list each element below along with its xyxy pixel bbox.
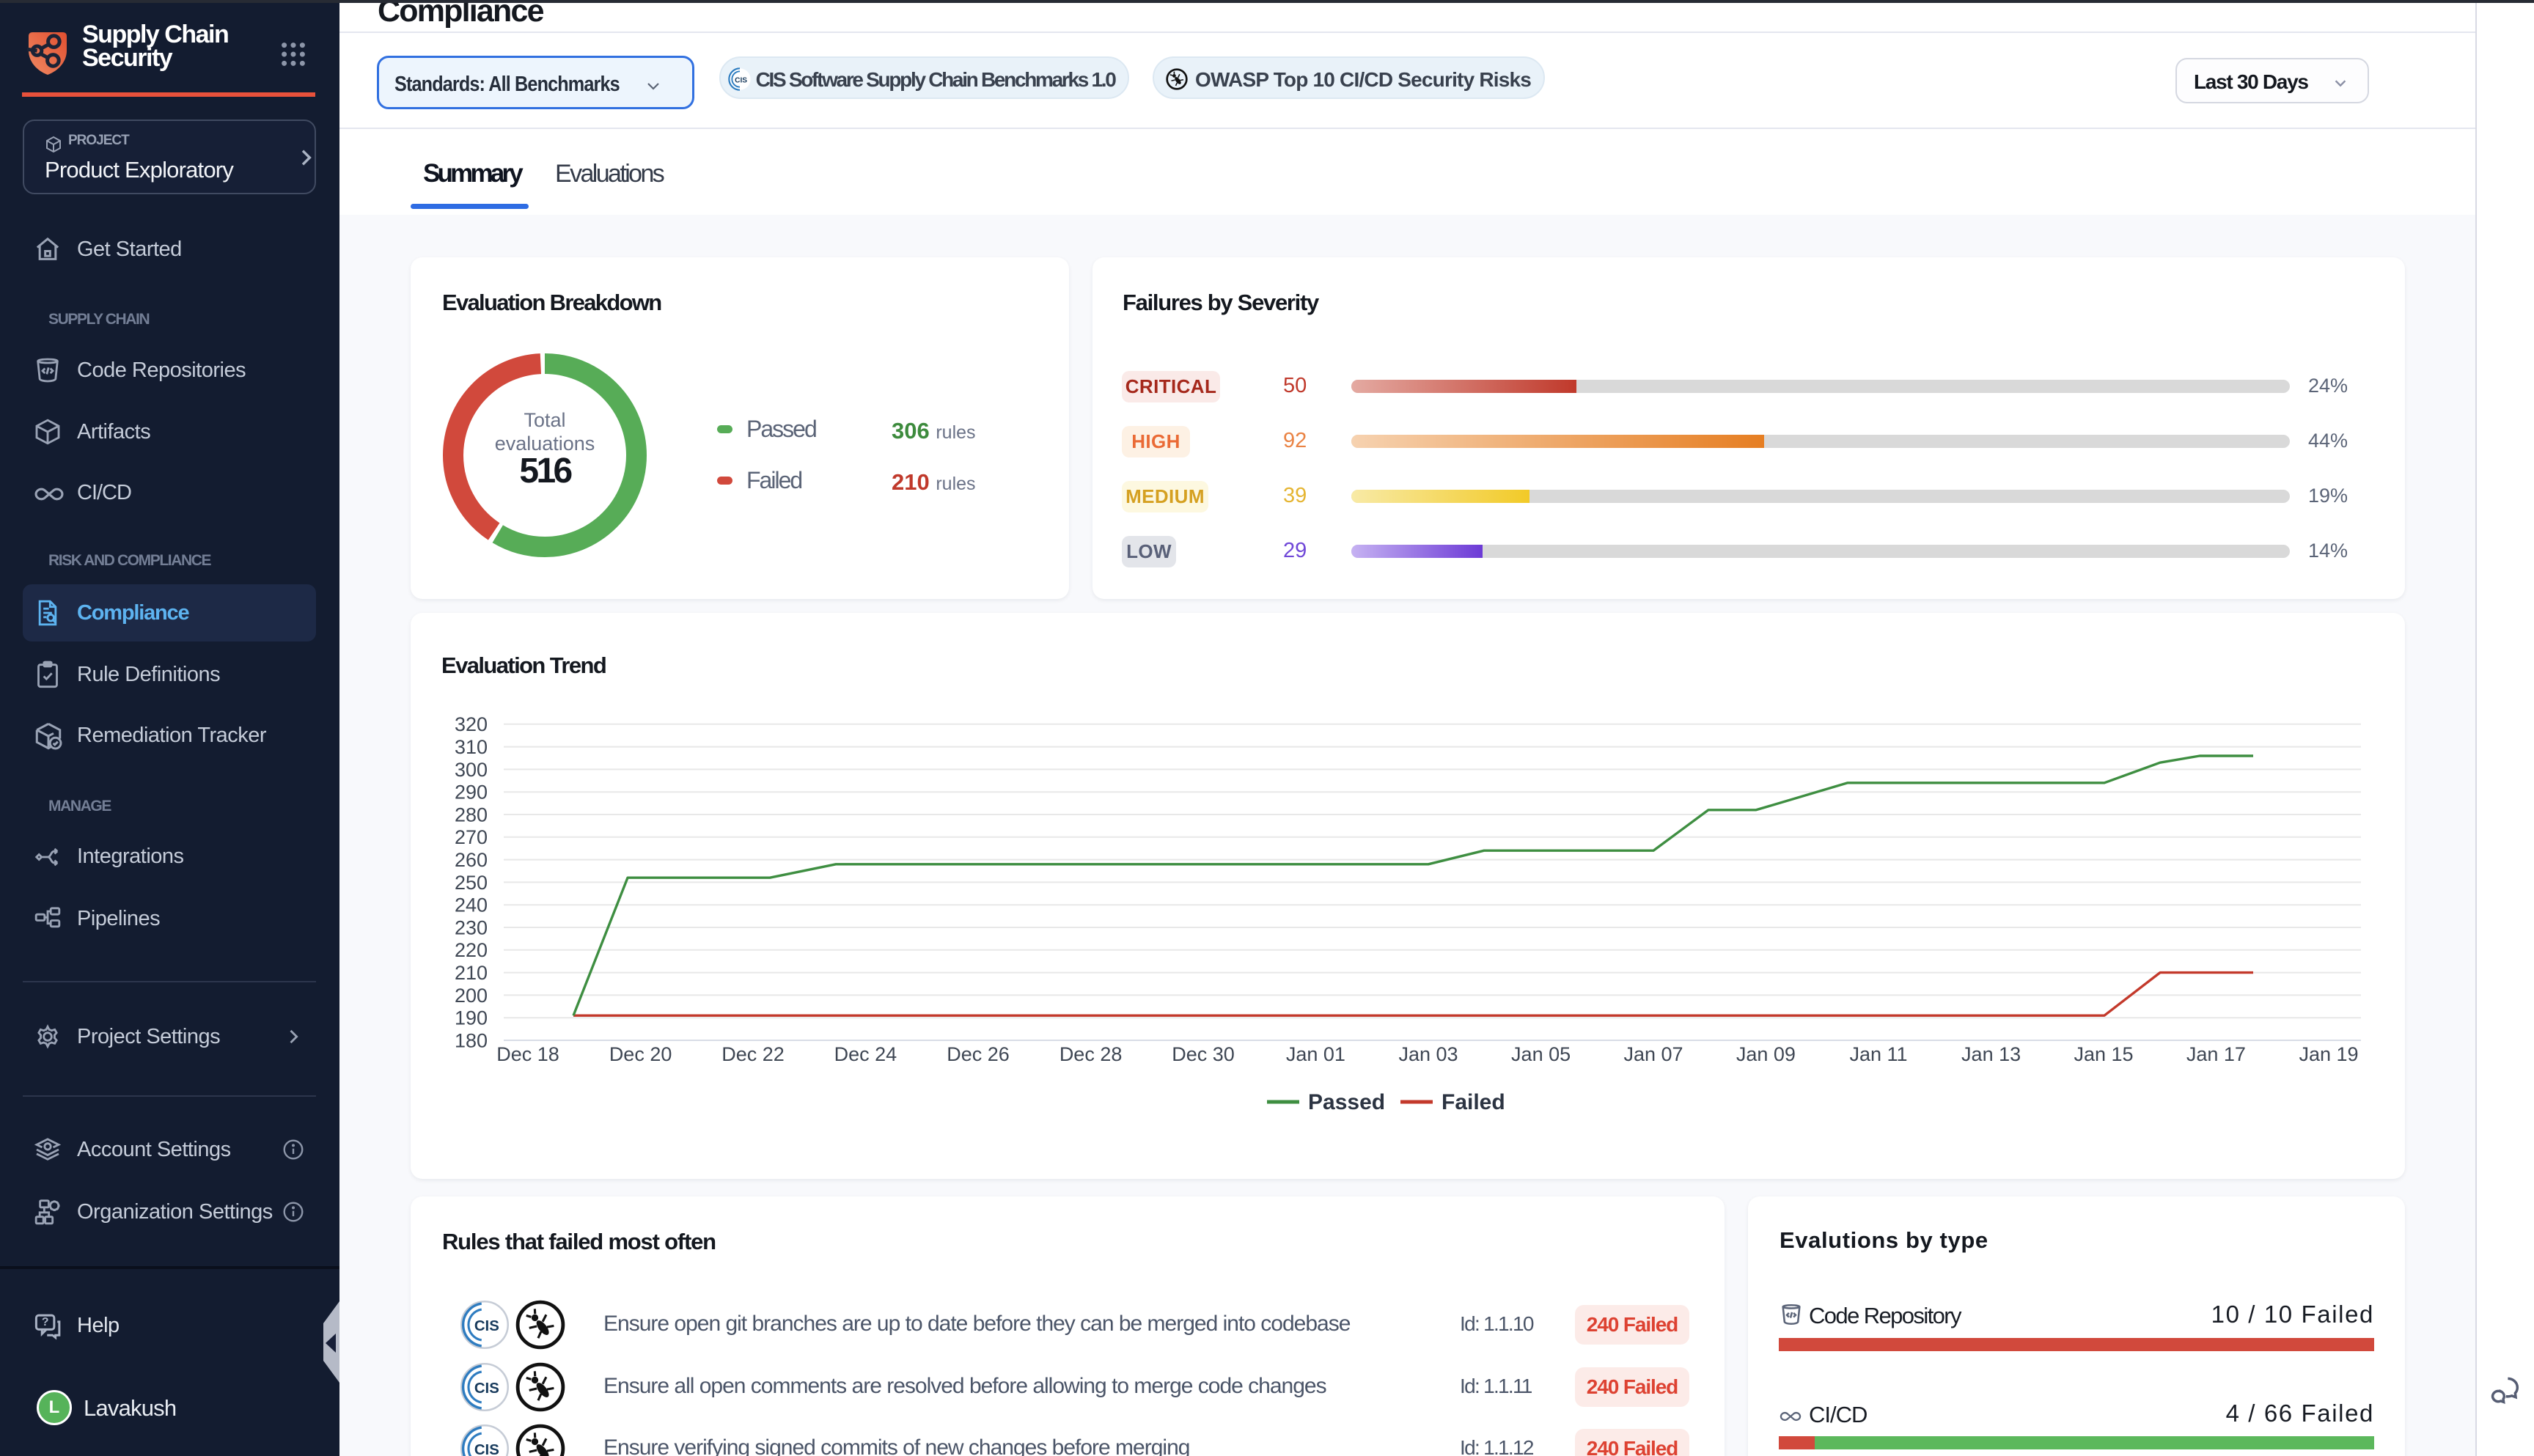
svg-text:Dec 30: Dec 30 — [1172, 1043, 1235, 1065]
svg-text:Failed: Failed — [1442, 1090, 1505, 1114]
svg-text:280: 280 — [455, 804, 488, 826]
svg-text:250: 250 — [455, 872, 488, 894]
svg-text:Dec 26: Dec 26 — [947, 1043, 1010, 1065]
svg-text:CIS: CIS — [474, 1380, 499, 1397]
svg-text:260: 260 — [455, 849, 488, 871]
svg-text:Dec 18: Dec 18 — [496, 1043, 559, 1065]
svg-text:210: 210 — [455, 962, 488, 984]
svg-text:200: 200 — [455, 985, 488, 1007]
svg-text:290: 290 — [455, 782, 488, 804]
svg-text:310: 310 — [455, 736, 488, 758]
svg-text:Jan 11: Jan 11 — [1849, 1043, 1907, 1065]
svg-text:Dec 24: Dec 24 — [834, 1043, 897, 1065]
svg-text:320: 320 — [455, 713, 488, 735]
svg-text:270: 270 — [455, 826, 488, 848]
svg-text:230: 230 — [455, 916, 488, 938]
svg-text:Dec 20: Dec 20 — [609, 1043, 672, 1065]
svg-text:240: 240 — [455, 894, 488, 916]
svg-text:220: 220 — [455, 939, 488, 961]
svg-text:?: ? — [42, 1316, 49, 1328]
svg-text:Dec 28: Dec 28 — [1059, 1043, 1123, 1065]
svg-text:Jan 05: Jan 05 — [1511, 1043, 1571, 1065]
svg-text:190: 190 — [455, 1007, 488, 1029]
svg-text:Jan 19: Jan 19 — [2299, 1043, 2358, 1065]
svg-text:Jan 07: Jan 07 — [1623, 1043, 1683, 1065]
svg-text:Jan 03: Jan 03 — [1398, 1043, 1458, 1065]
svg-text:Jan 17: Jan 17 — [2186, 1043, 2246, 1065]
svg-text:Dec 22: Dec 22 — [721, 1043, 785, 1065]
svg-text:300: 300 — [455, 759, 488, 781]
svg-text:CIS: CIS — [735, 77, 747, 85]
svg-text:Jan 09: Jan 09 — [1736, 1043, 1796, 1065]
svg-text:CIS: CIS — [474, 1442, 499, 1456]
svg-text:CIS: CIS — [474, 1318, 499, 1334]
svg-text:Passed: Passed — [1308, 1090, 1385, 1114]
svg-text:Jan 01: Jan 01 — [1286, 1043, 1345, 1065]
svg-text:180: 180 — [455, 1029, 488, 1051]
svg-text:Jan 13: Jan 13 — [1961, 1043, 2021, 1065]
svg-text:Jan 15: Jan 15 — [2074, 1043, 2133, 1065]
